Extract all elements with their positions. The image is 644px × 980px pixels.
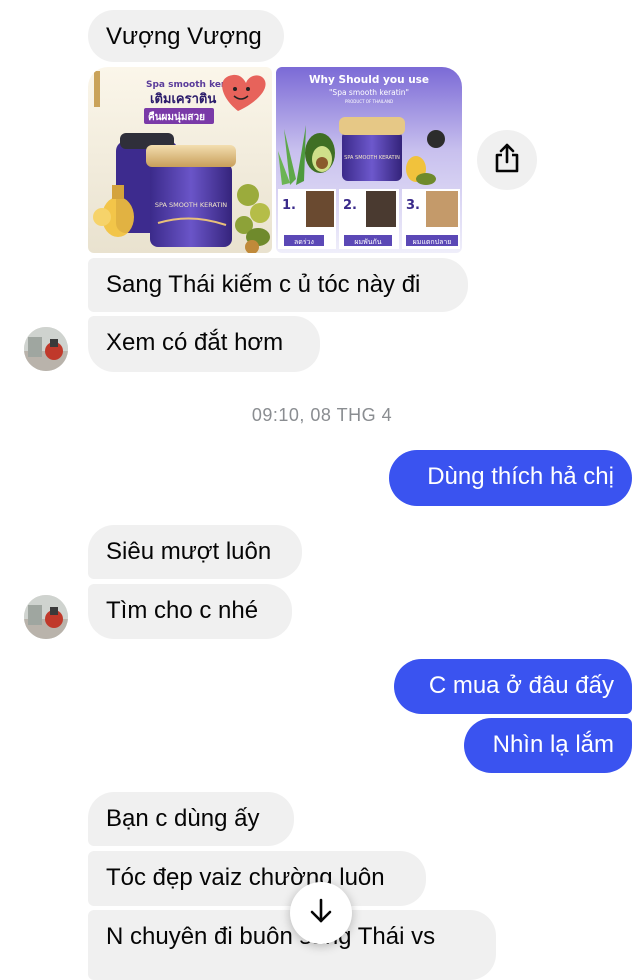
left-image-thai-line2: คืนผมนุ่มสวย (148, 111, 205, 123)
share-button[interactable] (477, 130, 537, 190)
left-image-thai-line1: เติมเคราติน (150, 92, 216, 107)
message-outgoing[interactable]: C mua ở đâu đấy (394, 659, 632, 714)
right-jar-label: SPA SMOOTH KERATIN (344, 155, 400, 161)
message-outgoing[interactable]: Nhìn lạ lắm (464, 718, 632, 773)
step-1-label: ลดร่วง (294, 238, 314, 246)
left-jar-label: SPA SMOOTH KERATIN (155, 201, 227, 209)
share-icon (494, 143, 520, 178)
right-image-title: Why Should you use (309, 74, 429, 86)
message-incoming[interactable]: Tìm cho c nhé (88, 584, 292, 639)
message-incoming[interactable]: Xem có đắt hơm (88, 316, 320, 372)
timestamp: 09:10, 08 THG 4 (251, 405, 393, 425)
message-incoming[interactable]: Bạn c dùng ấy (88, 792, 294, 846)
shared-image-right[interactable]: Why Should you use "Spa smooth keratin" … (276, 67, 462, 253)
step-2-label: ผมพันกัน (354, 238, 381, 246)
step-1-number: 1. (282, 198, 296, 213)
step-3-number: 3. (406, 198, 420, 213)
message-incoming[interactable]: Tóc đẹp vaiz chường luôn (88, 851, 426, 906)
message-incoming[interactable]: Sang Thái kiếm c ủ tóc này đi (88, 258, 468, 312)
right-image-caption: PRODUCT OF THAILAND (345, 99, 393, 104)
message-outgoing[interactable]: Dùng thích hả chị (389, 450, 632, 506)
right-image-subtitle: "Spa smooth keratin" (329, 88, 409, 97)
avatar[interactable] (24, 327, 68, 371)
avatar[interactable] (24, 595, 68, 639)
scroll-down-button[interactable] (290, 882, 352, 944)
step-2-number: 2. (343, 198, 357, 213)
step-3-label: ผมแตกปลาย (413, 238, 452, 246)
shared-image-left[interactable]: Spa smooth keratin เติมเคราติน คืนผมนุ่ม… (88, 67, 272, 253)
message-incoming[interactable]: Siêu mượt luôn (88, 525, 302, 579)
sender-name: Vượng Vượng (88, 10, 284, 62)
arrow-down-icon (308, 897, 334, 930)
